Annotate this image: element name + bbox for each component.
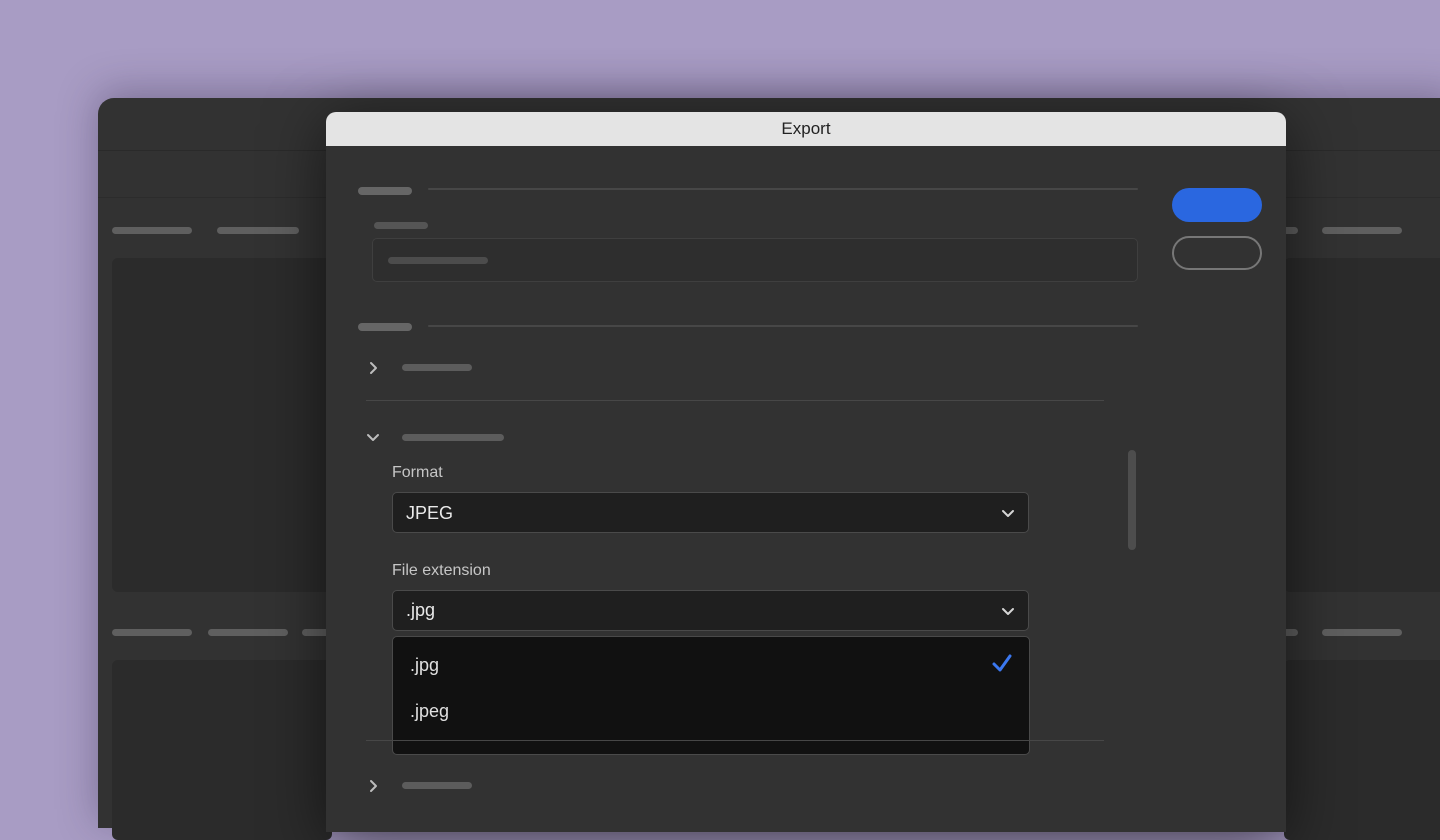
menu-item-label: .jpeg [410,701,450,721]
file-extension-label: File extension [392,562,491,579]
menu-item-jpeg[interactable]: .jpeg [393,691,1029,735]
menu-item-jpg[interactable]: .jpg [393,645,1029,689]
format-label: Format [392,464,443,481]
export-button[interactable] [1172,188,1262,222]
app-content-card [1284,258,1440,592]
name-input[interactable] [372,238,1138,282]
section-heading-placeholder [358,187,412,195]
chevron-right-icon[interactable] [365,778,381,794]
input-placeholder-text [388,257,488,264]
menu-item-label: .jpg [410,655,440,675]
export-dialog: Export Format JPEG File extension .jpg .… [326,112,1286,832]
file-extension-value: .jpg [406,600,436,620]
app-tab-placeholder[interactable] [112,629,192,636]
group-title-placeholder[interactable] [402,434,504,441]
chevron-down-icon [1000,505,1016,526]
app-content-card [112,258,332,592]
cancel-button[interactable] [1172,236,1262,270]
app-tab-placeholder[interactable] [112,227,192,234]
section-rule [428,325,1138,327]
file-extension-menu: .jpg .jpeg [392,636,1030,755]
checkmark-icon [991,652,1013,679]
group-title-placeholder[interactable] [402,364,472,371]
chevron-right-icon[interactable] [365,360,381,376]
section-rule [428,188,1138,190]
chevron-down-icon[interactable] [365,429,381,445]
format-value: JPEG [406,503,454,523]
app-content-card [1284,660,1440,840]
file-extension-picker[interactable]: .jpg [392,590,1029,631]
app-tab-placeholder[interactable] [217,227,299,234]
group-divider [366,400,1104,401]
dialog-title: Export [326,112,1286,146]
app-content-card [112,660,332,840]
group-title-placeholder[interactable] [402,782,472,789]
group-divider [366,740,1104,741]
chevron-down-icon [1000,603,1016,624]
field-label-placeholder [374,222,428,229]
scrollbar-thumb[interactable] [1128,450,1136,550]
app-tab-placeholder[interactable] [208,629,288,636]
format-picker[interactable]: JPEG [392,492,1029,533]
section-heading-placeholder [358,323,412,331]
app-tab-placeholder[interactable] [1322,629,1402,636]
app-tab-placeholder[interactable] [1322,227,1402,234]
